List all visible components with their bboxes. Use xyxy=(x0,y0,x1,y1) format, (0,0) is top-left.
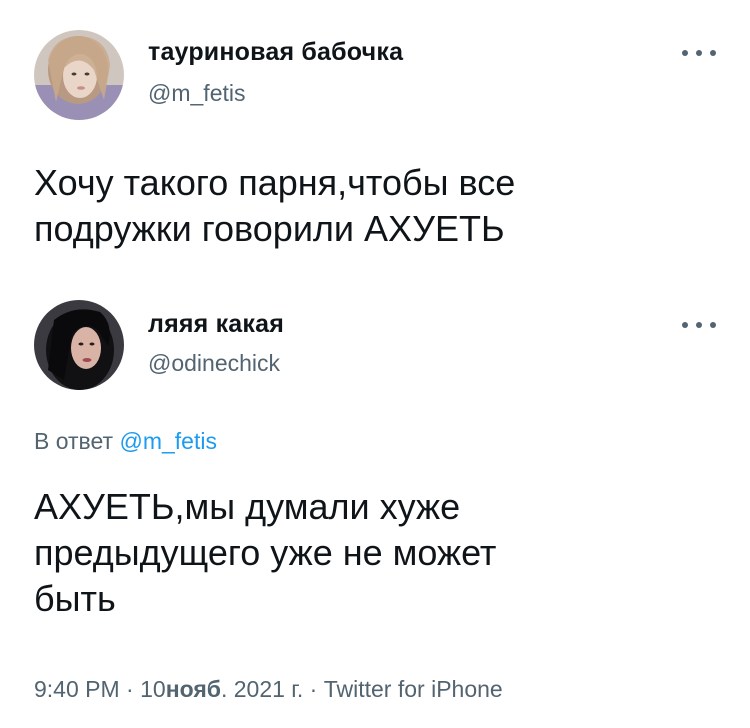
tweet-day[interactable]: 10 xyxy=(140,676,166,702)
separator: · xyxy=(309,676,318,702)
more-options-icon[interactable] xyxy=(682,320,716,330)
tweet-year[interactable]: . 2021 г. xyxy=(221,676,303,702)
author-handle[interactable]: @odinechick xyxy=(148,350,280,377)
avatar[interactable] xyxy=(34,300,124,390)
reply-mention-link[interactable]: @m_fetis xyxy=(119,428,216,454)
author-name[interactable]: тауриновая бабочка xyxy=(148,38,403,67)
more-options-icon[interactable] xyxy=(682,48,716,58)
tweet-text-line: подружки говорили АХУЕТЬ xyxy=(34,208,505,249)
tweet-text-line: АХУЕТЬ,мы думали хуже xyxy=(34,486,461,527)
tweet-text: Хочу такого парня,чтобы все подружки гов… xyxy=(34,160,714,252)
tweet-text-line: предыдущего уже не может xyxy=(34,532,497,573)
tweet-text: АХУЕТЬ,мы думали хуже предыдущего уже не… xyxy=(34,484,714,622)
tweet-time[interactable]: 9:40 PM xyxy=(34,676,120,702)
tweet-month[interactable]: нояб xyxy=(166,676,221,702)
avatar-image xyxy=(34,300,124,390)
tweet-text-line: быть xyxy=(34,578,116,619)
reply-prefix: В ответ xyxy=(34,428,114,454)
reply-context: В ответ @m_fetis xyxy=(34,428,217,455)
tweet-metadata: 9:40 PM · 10нояб. 2021 г. · Twitter for … xyxy=(34,676,503,703)
author-handle[interactable]: @m_fetis xyxy=(148,80,245,107)
tweet-original[interactable]: тауриновая бабочка @m_fetis Хочу такого … xyxy=(0,0,750,290)
author-name[interactable]: ляяя какая xyxy=(148,310,284,339)
tweet-text-line: Хочу такого парня,чтобы все xyxy=(34,162,516,203)
avatar-image xyxy=(34,30,124,120)
separator: · xyxy=(126,676,134,702)
tweet-reply[interactable]: ляяя какая @odinechick В ответ @m_fetis … xyxy=(0,290,750,728)
avatar[interactable] xyxy=(34,30,124,120)
tweet-source[interactable]: Twitter for iPhone xyxy=(324,676,503,702)
